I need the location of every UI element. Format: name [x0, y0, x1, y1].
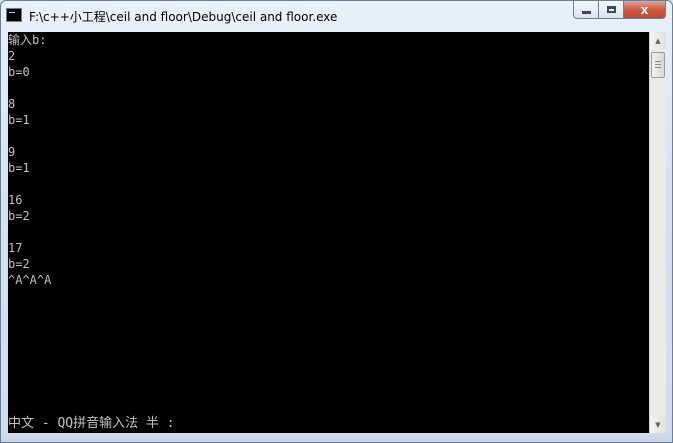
- console-line: b=2: [8, 209, 30, 223]
- console-window: F:\c++小工程\ceil and floor\Debug\ceil and …: [0, 0, 673, 443]
- window-bottom-border: [1, 433, 672, 442]
- window-title: F:\c++小工程\ceil and floor\Debug\ceil and …: [29, 10, 338, 24]
- console-line: 8: [8, 97, 16, 111]
- scroll-down-button[interactable]: ▼: [650, 416, 666, 433]
- grip-line: [655, 64, 661, 65]
- grip-line: [655, 67, 661, 68]
- ime-status-bar: 中文 - QQ拼音输入法 半 :: [8, 416, 175, 431]
- title-bar[interactable]: F:\c++小工程\ceil and floor\Debug\ceil and …: [1, 1, 672, 31]
- console-line: 9: [8, 145, 16, 159]
- chevron-down-icon: ▼: [655, 420, 661, 429]
- close-button[interactable]: x: [623, 1, 666, 19]
- vertical-scrollbar[interactable]: ▲ ▼: [649, 32, 666, 433]
- console-line: 输入b:: [8, 33, 47, 47]
- console-app-icon[interactable]: [6, 8, 22, 22]
- maximize-button[interactable]: [598, 1, 624, 19]
- minimize-icon: [581, 11, 591, 14]
- close-icon: x: [640, 2, 649, 17]
- console-line: b=1: [8, 113, 30, 127]
- console-line: 16: [8, 193, 23, 207]
- console-line: b=1: [8, 161, 30, 175]
- minimize-button[interactable]: [573, 1, 599, 19]
- console-line: b=2: [8, 257, 30, 271]
- maximize-icon: [606, 6, 616, 13]
- grip-line: [655, 61, 661, 62]
- scroll-thumb[interactable]: [651, 52, 665, 78]
- scroll-up-button[interactable]: ▲: [650, 32, 666, 49]
- console-output[interactable]: 输入b: 2 b=0 8 b=1 9 b=1 16 b=2 17 b=2 ^A^…: [8, 32, 649, 433]
- console-line: b=0: [8, 65, 30, 79]
- console-line: 17: [8, 241, 23, 255]
- caption-buttons: x: [573, 1, 666, 20]
- chevron-up-icon: ▲: [655, 36, 661, 45]
- console-line: 2: [8, 49, 16, 63]
- console-line: ^A^A^A: [8, 273, 52, 287]
